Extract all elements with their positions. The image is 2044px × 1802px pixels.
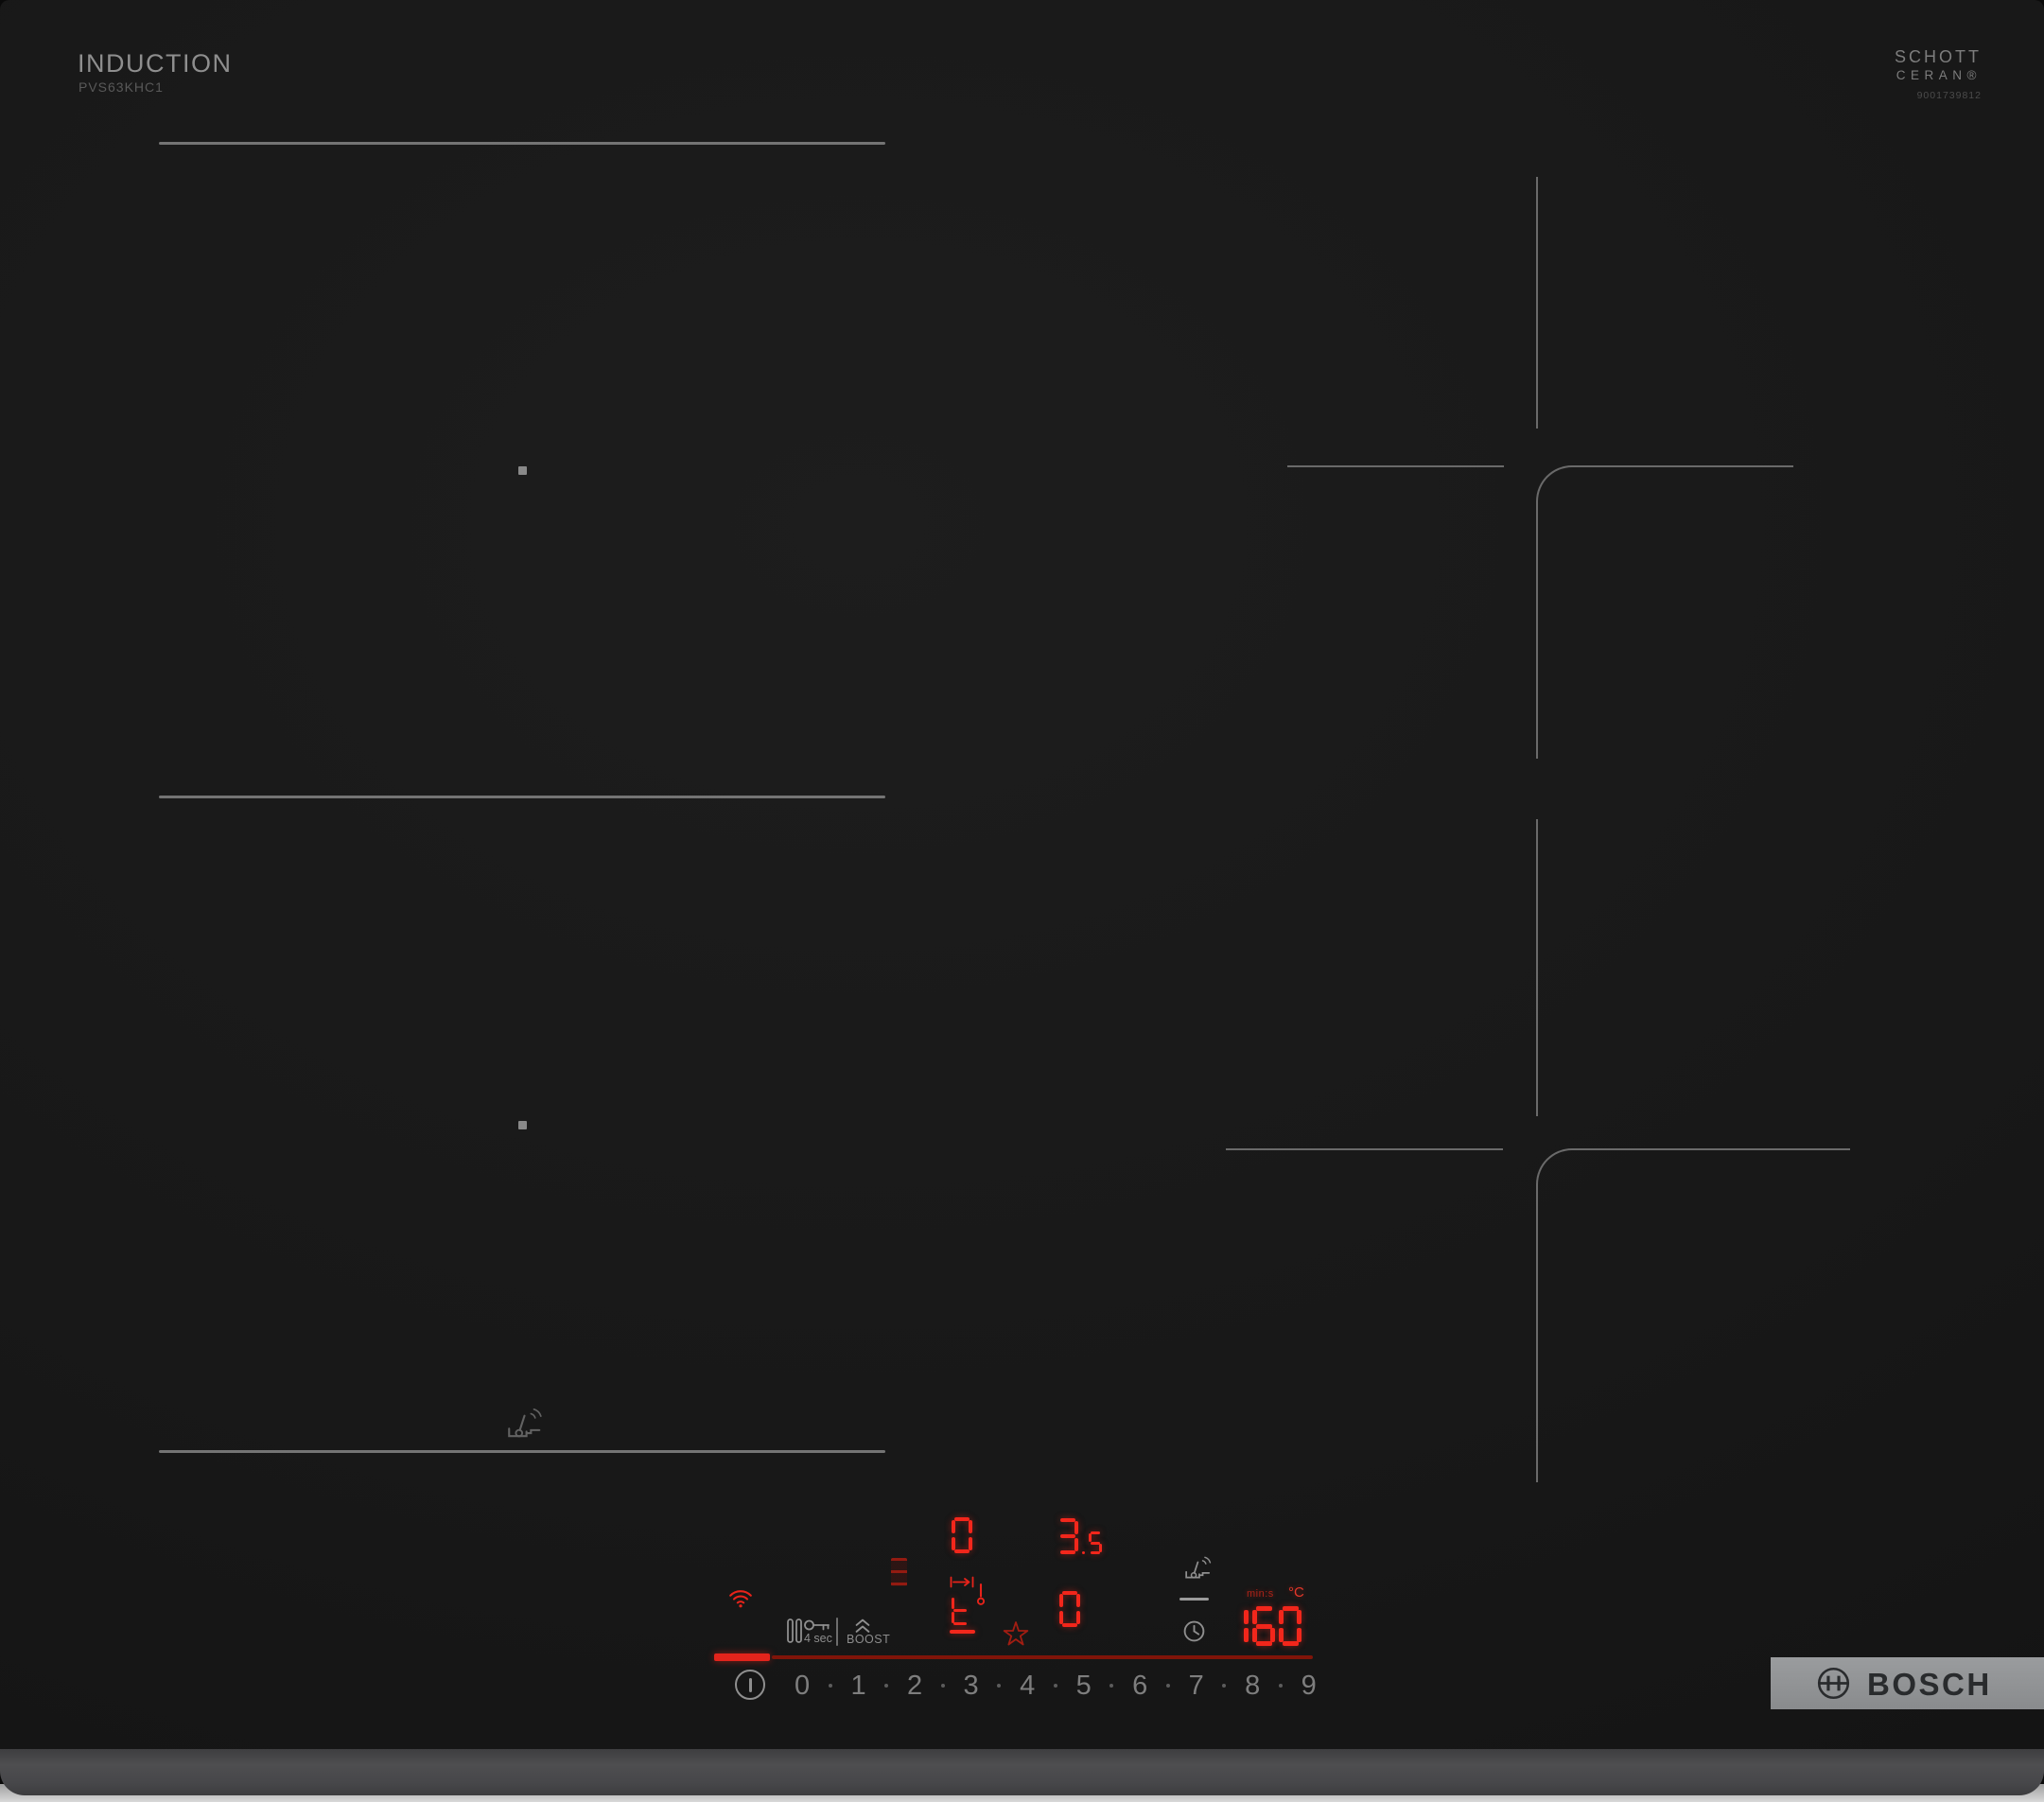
level-separator-dot <box>1054 1684 1057 1688</box>
rear-right-power-display <box>1057 1518 1106 1554</box>
thermometer-icon <box>975 1583 987 1611</box>
panel-frying-sensor-icon <box>1181 1553 1214 1586</box>
favourite-star-icon[interactable] <box>1001 1618 1031 1653</box>
level-separator-dot <box>1222 1684 1226 1688</box>
level-separator-dot <box>941 1684 945 1688</box>
front-right-zone-arm-top <box>1536 819 1538 1116</box>
level-separator-dot <box>1109 1684 1113 1688</box>
induction-hob: INDUCTION PVS63KHC1 SCHOTT CERAN® 900173… <box>0 0 2044 1802</box>
bosch-badge: BOSCH <box>1771 1657 2044 1709</box>
glass-surface <box>0 0 2044 1749</box>
lock-hold-label: 4 sec <box>804 1632 832 1645</box>
power-level-slider[interactable]: 0 1 2 3 4 5 6 7 8 9 <box>795 1667 1317 1705</box>
front-right-power-display <box>1059 1591 1084 1627</box>
power-button[interactable] <box>735 1670 765 1700</box>
rear-right-zone-arm-left <box>1287 465 1504 467</box>
front-left-zone-center-dot <box>518 1121 527 1129</box>
flex-zone-line-bottom <box>159 1450 885 1453</box>
glass-brand-block: SCHOTT CERAN® 9001739812 <box>1854 47 1982 101</box>
front-left-mode-display <box>952 1596 972 1625</box>
wifi-icon[interactable] <box>728 1588 753 1614</box>
timer-clock-icon[interactable] <box>1182 1619 1206 1648</box>
power-level-0[interactable]: 0 <box>795 1671 810 1702</box>
rear-right-zone-arm-top <box>1536 177 1538 429</box>
front-right-zone-corner <box>1536 1148 1850 1482</box>
power-level-1[interactable]: 1 <box>851 1671 866 1702</box>
temp-setting-line <box>1179 1598 1209 1601</box>
zone-select-indicator-icon <box>891 1558 907 1586</box>
rear-left-power-display <box>952 1517 976 1553</box>
panel-divider <box>836 1618 838 1646</box>
temp-unit-label: °C <box>1288 1584 1304 1601</box>
power-level-5[interactable]: 5 <box>1076 1671 1092 1702</box>
level-separator-dot <box>997 1684 1001 1688</box>
power-icon <box>749 1678 752 1692</box>
slider-active-segment[interactable] <box>714 1653 770 1661</box>
slider-rail[interactable] <box>772 1655 1313 1659</box>
timer-unit-label: min:s <box>1247 1588 1274 1600</box>
level-separator-dot <box>1279 1684 1283 1688</box>
boost-label: BOOST <box>847 1633 890 1646</box>
level-separator-dot <box>829 1684 832 1688</box>
flex-zone-line-middle <box>159 796 885 798</box>
model-number: PVS63KHC1 <box>79 79 164 95</box>
rear-right-zone-corner <box>1536 465 1793 759</box>
pause-icon[interactable] <box>787 1618 802 1648</box>
product-type-label: INDUCTION <box>78 49 233 79</box>
bosch-wordmark: BOSCH <box>1867 1667 1992 1703</box>
level-separator-dot <box>1166 1684 1170 1688</box>
power-level-3[interactable]: 3 <box>964 1671 979 1702</box>
timer-temp-display <box>1226 1606 1305 1646</box>
frying-sensor-icon <box>504 1403 544 1447</box>
power-level-6[interactable]: 6 <box>1132 1671 1147 1702</box>
front-edge-trim <box>0 1744 2044 1795</box>
power-level-2[interactable]: 2 <box>907 1671 922 1702</box>
ceran-logo-text: CERAN® <box>1854 68 1982 82</box>
front-right-zone-arm-left <box>1226 1148 1503 1150</box>
flex-zone-line-top <box>159 142 885 145</box>
arrow-between-bars-icon <box>950 1576 974 1593</box>
level-separator-dot <box>884 1684 888 1688</box>
bosch-emblem-icon <box>1816 1666 1851 1706</box>
front-left-display-underline <box>950 1630 975 1634</box>
rear-left-zone-center-dot <box>518 466 527 475</box>
power-level-9[interactable]: 9 <box>1302 1671 1317 1702</box>
power-level-4[interactable]: 4 <box>1020 1671 1035 1702</box>
power-level-8[interactable]: 8 <box>1245 1671 1260 1702</box>
power-level-7[interactable]: 7 <box>1189 1671 1204 1702</box>
schott-logo-text: SCHOTT <box>1854 47 1982 67</box>
print-number: 9001739812 <box>1854 90 1982 101</box>
